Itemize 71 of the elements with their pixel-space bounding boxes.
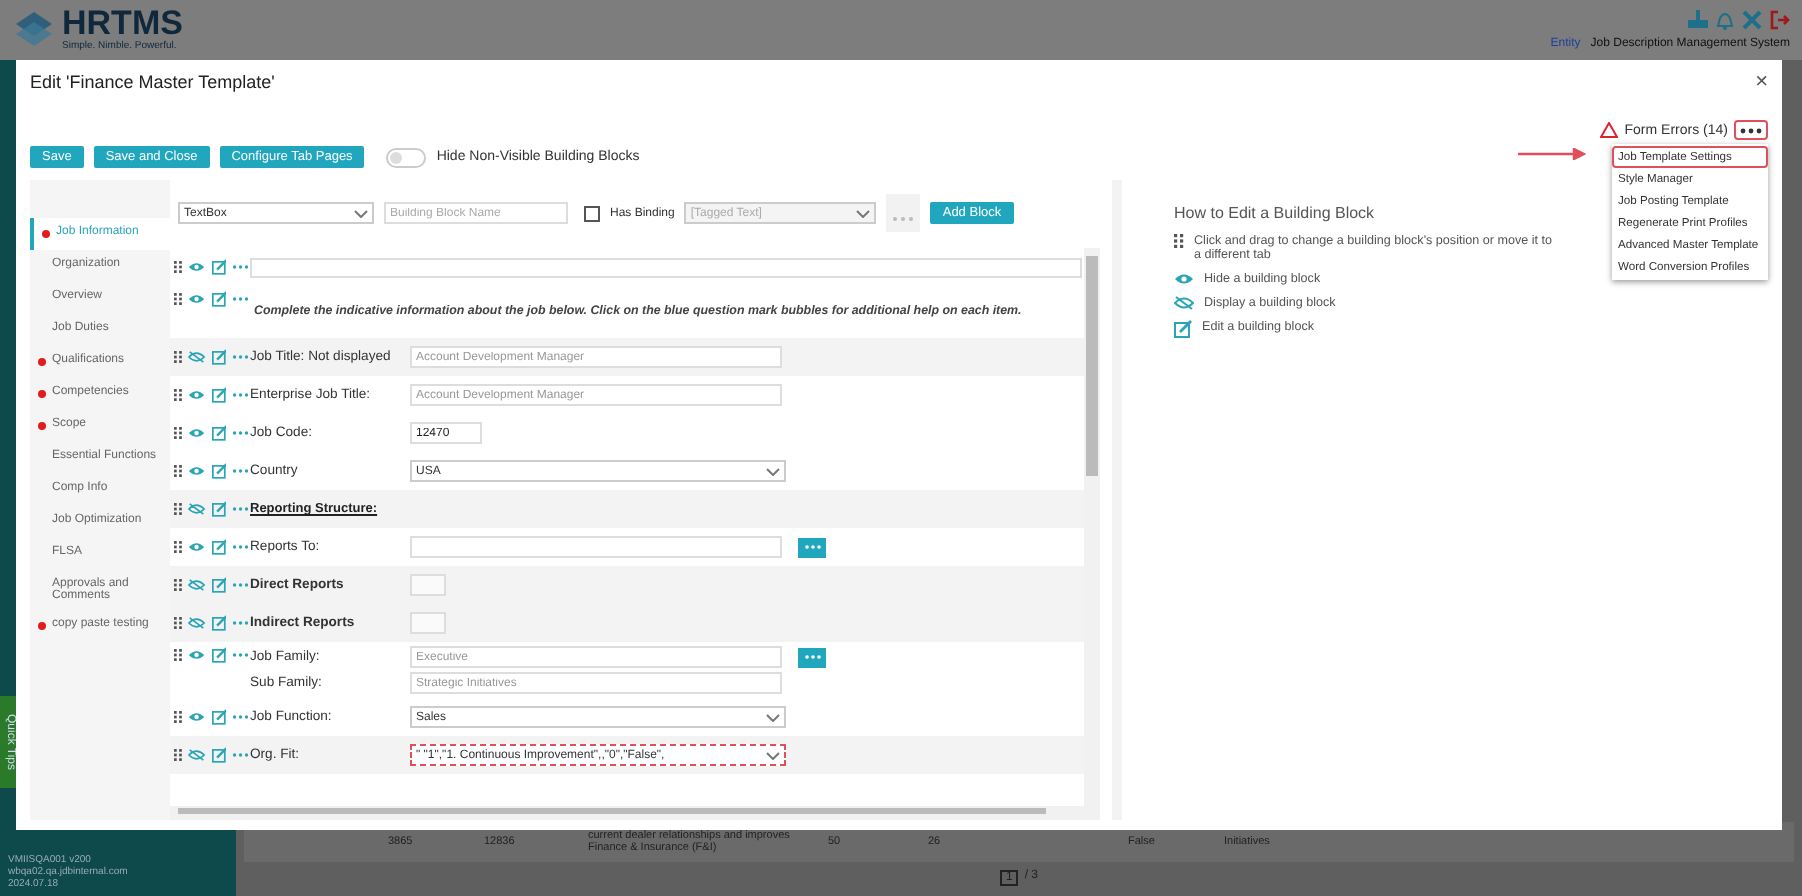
drag-handle-icon[interactable]: [174, 748, 183, 762]
more-icon[interactable]: [232, 620, 250, 626]
more-icon: [803, 654, 821, 660]
caret-icon: [856, 209, 871, 217]
more-icon[interactable]: [232, 652, 250, 658]
more-icon[interactable]: [232, 544, 250, 550]
more-icon: [803, 544, 821, 550]
edit-icon[interactable]: [211, 576, 227, 594]
more-icon[interactable]: [232, 354, 250, 360]
drag-handle-icon[interactable]: [174, 260, 183, 274]
eye-icon: [1174, 272, 1194, 286]
help-title: How to Edit a Building Block: [1174, 204, 1375, 222]
drag-handle-icon[interactable]: [174, 616, 183, 630]
edit-icon[interactable]: [211, 646, 227, 664]
more-icon: [1740, 127, 1762, 133]
edit-icon: [1174, 320, 1192, 338]
caret-icon: [766, 713, 780, 721]
eye-slash-icon: [1174, 296, 1194, 310]
caret-icon: [766, 751, 780, 759]
pointer-arrow: [1518, 148, 1586, 160]
edit-icon[interactable]: [211, 386, 227, 404]
drag-handle-icon[interactable]: [174, 502, 183, 516]
more-icon[interactable]: [232, 752, 250, 758]
more-icon[interactable]: [232, 506, 250, 512]
drag-handle-icon[interactable]: [174, 578, 183, 592]
toggle-switch[interactable]: [386, 147, 427, 167]
caret-icon: [766, 467, 780, 475]
dialog-title: Edit 'Finance Master Template': [30, 72, 275, 92]
more-icon[interactable]: [232, 430, 250, 436]
more-icon: [892, 216, 915, 222]
lookup-button[interactable]: [798, 647, 826, 667]
caret-icon: [354, 209, 368, 217]
edit-icon[interactable]: [211, 746, 227, 764]
logo-icon: [12, 8, 56, 52]
edit-icon[interactable]: [211, 424, 227, 442]
checkbox[interactable]: [584, 205, 600, 221]
more-icon[interactable]: [232, 264, 250, 270]
scrollbar[interactable]: [170, 806, 1100, 820]
drag-handle-icon[interactable]: [174, 292, 183, 306]
text-field[interactable]: [250, 257, 1082, 277]
placeholder-box: [410, 612, 446, 634]
drag-handle-icon: [1174, 234, 1184, 248]
close-button[interactable]: ×: [1755, 72, 1768, 92]
edit-icon[interactable]: [211, 500, 227, 518]
more-icon[interactable]: [232, 392, 250, 398]
text-field[interactable]: [410, 536, 782, 558]
edit-icon[interactable]: [211, 462, 227, 480]
edit-icon[interactable]: [211, 258, 227, 276]
drag-handle-icon[interactable]: [174, 350, 183, 364]
more-icon[interactable]: [232, 582, 250, 588]
more-icon[interactable]: [232, 296, 250, 302]
warning-icon: [1600, 122, 1619, 138]
logout-icon[interactable]: [1770, 10, 1790, 30]
drag-handle-icon[interactable]: [174, 388, 183, 402]
drag-handle-icon[interactable]: [174, 648, 183, 662]
drag-handle-icon[interactable]: [174, 540, 183, 554]
edit-icon[interactable]: [211, 290, 227, 308]
scrollbar[interactable]: [1084, 248, 1100, 806]
more-icon[interactable]: [232, 468, 250, 474]
edit-icon[interactable]: [211, 614, 227, 632]
logo-text: HRTMS: [62, 8, 183, 40]
edit-icon[interactable]: [211, 708, 227, 726]
lookup-button[interactable]: [798, 537, 826, 557]
more-button[interactable]: [1734, 120, 1768, 140]
edit-icon[interactable]: [211, 538, 227, 556]
drag-handle-icon[interactable]: [174, 464, 183, 478]
more-icon[interactable]: [232, 714, 250, 720]
edit-icon[interactable]: [211, 348, 227, 366]
placeholder-box: [410, 574, 446, 596]
drag-handle-icon[interactable]: [174, 426, 183, 440]
drag-handle-icon[interactable]: [174, 710, 183, 724]
